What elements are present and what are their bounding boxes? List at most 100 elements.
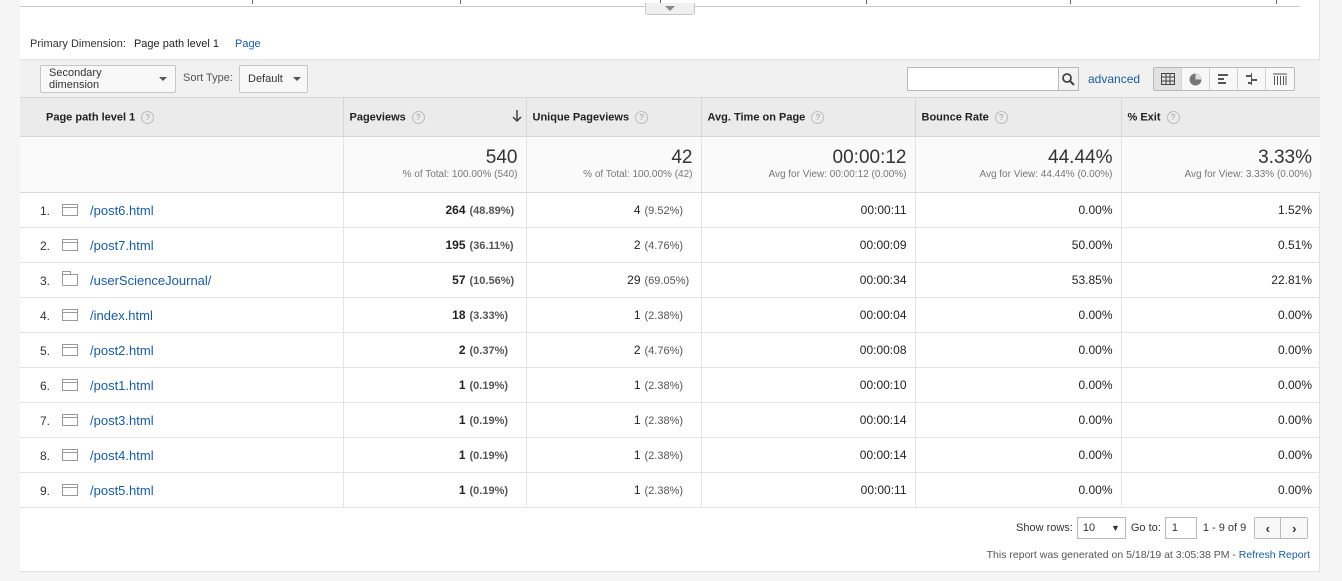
cell-avg-time: 00:00:04 [701,297,916,333]
pageviews-percent: (0.19%) [469,485,509,497]
table-row: 7./post3.html 1 (0.19%) 1 (2.38%) 00:00:14 0.0… [20,402,1320,438]
cell-exit: 22.81% [1121,262,1320,298]
show-rows-select[interactable]: 10 ▼ [1076,517,1126,539]
total-value: 3.33% [1258,147,1312,168]
pivot-view-button[interactable] [1266,68,1294,90]
caret-down-icon [292,77,301,81]
help-icon[interactable]: ? [1166,110,1180,124]
goto-input[interactable]: 1 [1164,517,1197,539]
prev-page-button[interactable]: ‹ [1255,518,1282,538]
pageviews-percent: (0.37%) [469,345,509,357]
header-unique-pageviews[interactable]: Unique Pageviews? [526,97,702,137]
unique-pageviews-value: 2 [633,343,641,357]
table-row: 8./post4.html 1 (0.19%) 1 (2.38%) 00:00:14 0.0… [20,437,1320,473]
cell-unique-pageviews: 1 (2.38%) [526,472,702,508]
cell-page-path: 3. /userScienceJournal/ [20,262,344,298]
cell-bounce-rate: 50.00% [915,227,1122,263]
header-avg-time[interactable]: Avg. Time on Page? [701,97,916,137]
next-page-button[interactable]: › [1281,518,1308,538]
table-row: 6./post1.html 1 (0.19%) 1 (2.38%) 00:00:10 0.0… [20,367,1320,403]
performance-view-button[interactable] [1210,68,1238,90]
cell-exit: 0.00% [1121,297,1320,333]
cell-pageviews: 195 (36.11%) [343,227,527,263]
show-rows-label: Show rows: [1016,522,1073,534]
cell-avg-time: 00:00:08 [701,332,916,368]
cell-avg-time: 00:00:11 [701,192,916,228]
advanced-filter-link[interactable]: advanced [1088,72,1140,86]
page-path-link[interactable]: /index.html [90,308,153,323]
table-row: 1./post6.html 264 (48.89%) 4 (9.52%) 00:00:11… [20,192,1320,228]
totals-cell: 3.33% Avg for View: 3.33% (0.00%) [1121,136,1320,193]
page-icon[interactable] [62,483,78,496]
page-icon[interactable] [62,448,78,461]
page-path-link[interactable]: /post5.html [90,483,154,498]
unique-pageviews-value: 29 [627,273,641,287]
table-view-button[interactable] [1154,68,1182,90]
page-path-link[interactable]: /post1.html [90,378,154,393]
header-page-path[interactable]: Page path level 1? [20,97,344,137]
page-icon[interactable] [62,343,78,356]
totals-cell: 42% of Total: 100.00% (42) [526,136,702,193]
page-icon[interactable] [62,308,78,321]
cell-page-path: 8. /post4.html [20,437,344,473]
page-path-link[interactable]: /post4.html [90,448,154,463]
search-button[interactable] [1058,68,1078,90]
cell-unique-pageviews: 1 (2.38%) [526,402,702,438]
total-sub: Avg for View: 00:00:12 (0.00%) [768,169,907,180]
folder-icon[interactable] [62,270,78,286]
pageviews-value: 18 [452,308,466,322]
row-number: 6. [39,378,50,393]
comparison-view-button[interactable] [1238,68,1266,90]
page-path-link[interactable]: /post6.html [90,203,154,218]
secondary-dimension-label: Secondary dimension [49,67,102,91]
primary-dimension-page-link[interactable]: Page [235,38,261,50]
refresh-report-link[interactable]: Refresh Report [1239,549,1310,561]
help-icon[interactable]: ? [141,110,155,124]
page-icon[interactable] [62,203,78,216]
cell-unique-pageviews: 1 (2.38%) [526,437,702,473]
help-icon[interactable]: ? [994,110,1008,124]
help-icon[interactable]: ? [411,110,425,124]
cell-bounce-rate: 0.00% [915,297,1122,333]
primary-dimension-active: Page path level 1 [133,38,219,50]
chevron-down-icon [665,6,675,11]
sort-type-dropdown[interactable]: Default [239,65,308,93]
page-path-link[interactable]: /post7.html [90,238,154,253]
pie-view-button[interactable] [1182,68,1210,90]
search-input[interactable] [908,68,1058,90]
chart-collapse-handle[interactable] [645,3,695,15]
table-row: 3./userScienceJournal/57 (10.56%) 29 (69.05… [20,262,1320,298]
help-icon[interactable]: ? [811,110,825,124]
secondary-dimension-button[interactable]: Secondary dimension [40,65,176,93]
table-toolbar: Secondary dimension Sort Type: Default a… [20,59,1320,97]
help-icon[interactable]: ? [635,110,649,124]
totals-empty-cell [20,136,344,193]
sort-type-label: Sort Type: [183,72,233,84]
pageviews-value: 2 [458,343,466,357]
page-icon[interactable] [62,413,78,426]
unique-pageviews-percent: (2.38%) [644,380,684,392]
page-icon[interactable] [62,238,78,251]
cell-unique-pageviews: 1 (2.38%) [526,367,702,403]
table-footer: Show rows: 10 ▼ Go to: 1 1 - 9 of 9 ‹ › [1016,517,1309,539]
unique-pageviews-value: 4 [633,203,641,217]
total-sub: Avg for View: 44.44% (0.00%) [979,169,1113,180]
pager: ‹ › [1254,517,1309,539]
cell-bounce-rate: 0.00% [915,437,1122,473]
sort-descending-icon [511,110,522,122]
header-pageviews[interactable]: Pageviews? [343,97,527,137]
page-path-link[interactable]: /userScienceJournal/ [90,273,211,288]
row-number: 8. [39,448,50,463]
cell-pageviews: 18 (3.33%) [343,297,527,333]
page-path-link[interactable]: /post3.html [90,413,154,428]
totals-cell: 00:00:12 Avg for View: 00:00:12 (0.00%) [701,136,916,193]
pie-view-icon [1189,73,1202,85]
page-path-link[interactable]: /post2.html [90,343,154,358]
cell-bounce-rate: 0.00% [915,332,1122,368]
cell-pageviews: 1 (0.19%) [343,437,527,473]
header-bounce-rate[interactable]: Bounce Rate? [915,97,1122,137]
header-exit[interactable]: % Exit? [1121,97,1320,137]
page-icon[interactable] [62,378,78,391]
pageviews-value: 1 [458,413,466,427]
axis-tick [1276,0,1277,4]
